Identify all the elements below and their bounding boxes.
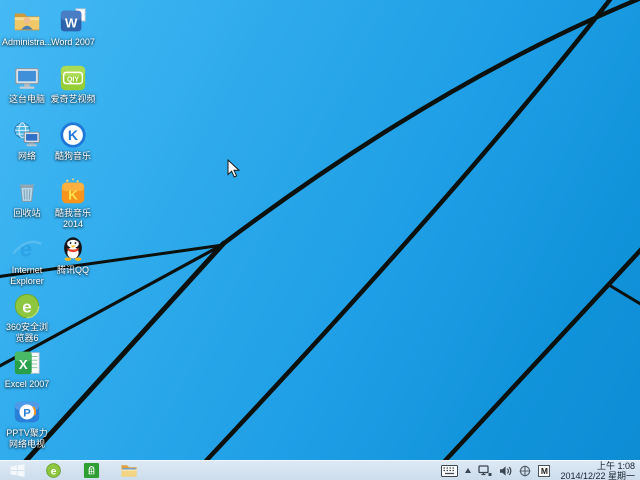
icon-label: 网络 — [2, 151, 52, 162]
icon-label: Internet Explorer — [2, 265, 52, 287]
icon-label: 爱奇艺视频 — [48, 94, 98, 105]
taskbar-app-360-safe-browser[interactable]: e — [34, 461, 72, 480]
network-status-button[interactable] — [478, 461, 492, 480]
icon-label: 腾讯QQ — [48, 265, 98, 276]
desktop-icon-recycle-bin[interactable]: 回收站 — [2, 177, 52, 219]
desktop-icon-excel-2007[interactable]: X Excel 2007 — [2, 348, 52, 390]
icon-label: Word 2007 — [48, 37, 98, 48]
clock-time: 上午 1:08 — [560, 461, 635, 471]
svg-text:K: K — [68, 188, 78, 203]
input-method-indicator[interactable]: M — [538, 461, 550, 480]
desktop-icon-this-pc[interactable]: 这台电脑 — [2, 63, 52, 105]
desktop-icon-internet-explorer[interactable]: e Internet Explorer — [2, 234, 52, 287]
svg-text:e: e — [50, 466, 56, 477]
desktop-icon-pptv[interactable]: P PPTV聚力 网络电视 — [2, 397, 52, 450]
svg-text:K: K — [68, 127, 79, 143]
kugou-icon: K — [58, 120, 88, 150]
user-folder-icon — [12, 6, 42, 36]
desktop-icon-word-2007[interactable]: W Word 2007 — [48, 6, 98, 48]
icon-label: PPTV聚力 网络电视 — [2, 428, 52, 450]
icon-label: 酷我音乐 2014 — [48, 208, 98, 230]
input-settings-button[interactable] — [519, 461, 531, 480]
svg-text:W: W — [65, 16, 78, 31]
desktop-icon-network[interactable]: 网络 — [2, 120, 52, 162]
pptv-icon: P — [12, 397, 42, 427]
icon-label: 回收站 — [2, 208, 52, 219]
keyboard-icon — [441, 465, 458, 477]
internet-explorer-icon: e — [12, 234, 42, 264]
taskbar-app-windows-store[interactable] — [72, 461, 110, 480]
network-icon — [12, 120, 42, 150]
svg-text:e: e — [22, 298, 31, 317]
computer-icon — [12, 63, 42, 93]
desktop-icon-kugou[interactable]: K 酷狗音乐 — [48, 120, 98, 162]
kuwo-icon: K — [58, 177, 88, 207]
desktop-icon-iqiyi[interactable]: QIY 爱奇艺视频 — [48, 63, 98, 105]
iqiyi-icon: QIY — [58, 63, 88, 93]
clock[interactable]: 上午 1:08 2014/12/22 星期一 — [557, 461, 635, 480]
svg-text:P: P — [23, 408, 31, 420]
system-tray: M 上午 1:08 2014/12/22 星期一 — [441, 461, 640, 480]
taskbar-app-file-explorer[interactable] — [110, 461, 148, 480]
desktop-icon-administrator[interactable]: Administra... — [2, 6, 52, 48]
touch-keyboard-button[interactable] — [441, 461, 458, 480]
taskbar: e — [0, 460, 640, 480]
desktop-icon-360-browser[interactable]: e 360安全浏览器6 — [2, 291, 52, 344]
network-tray-icon — [478, 465, 492, 477]
volume-button[interactable] — [499, 461, 512, 480]
show-hidden-icons-button[interactable] — [465, 461, 471, 480]
icon-label: 360安全浏览器6 — [2, 322, 52, 344]
windows-store-icon — [83, 462, 100, 479]
clock-date: 2014/12/22 星期一 — [560, 471, 635, 480]
desktop-icon-qq[interactable]: 腾讯QQ — [48, 234, 98, 276]
desktop-icon-kuwo[interactable]: K 酷我音乐 2014 — [48, 177, 98, 230]
windows-logo-icon — [9, 462, 26, 479]
word-icon: W — [58, 6, 88, 36]
icon-label: 这台电脑 — [2, 94, 52, 105]
360-safe-browser-icon: e — [45, 462, 62, 479]
desktop: Administra... W Word 2007 这台电脑 QIY 爱奇艺视频 — [0, 0, 640, 480]
excel-icon: X — [12, 348, 42, 378]
chevron-up-icon — [465, 468, 471, 473]
svg-text:QIY: QIY — [67, 76, 79, 83]
speaker-icon — [499, 465, 512, 477]
svg-text:e: e — [20, 237, 33, 262]
360-browser-icon: e — [12, 291, 42, 321]
recycle-bin-icon — [12, 177, 42, 207]
svg-text:X: X — [19, 357, 28, 372]
start-button[interactable] — [0, 461, 34, 480]
icon-label: Excel 2007 — [2, 379, 52, 390]
icon-label: Administra... — [2, 37, 52, 48]
icon-label: 酷狗音乐 — [48, 151, 98, 162]
file-explorer-icon — [120, 462, 138, 479]
ime-letter: M — [538, 465, 550, 477]
qq-penguin-icon — [58, 234, 88, 264]
globe-cross-icon — [519, 465, 531, 477]
